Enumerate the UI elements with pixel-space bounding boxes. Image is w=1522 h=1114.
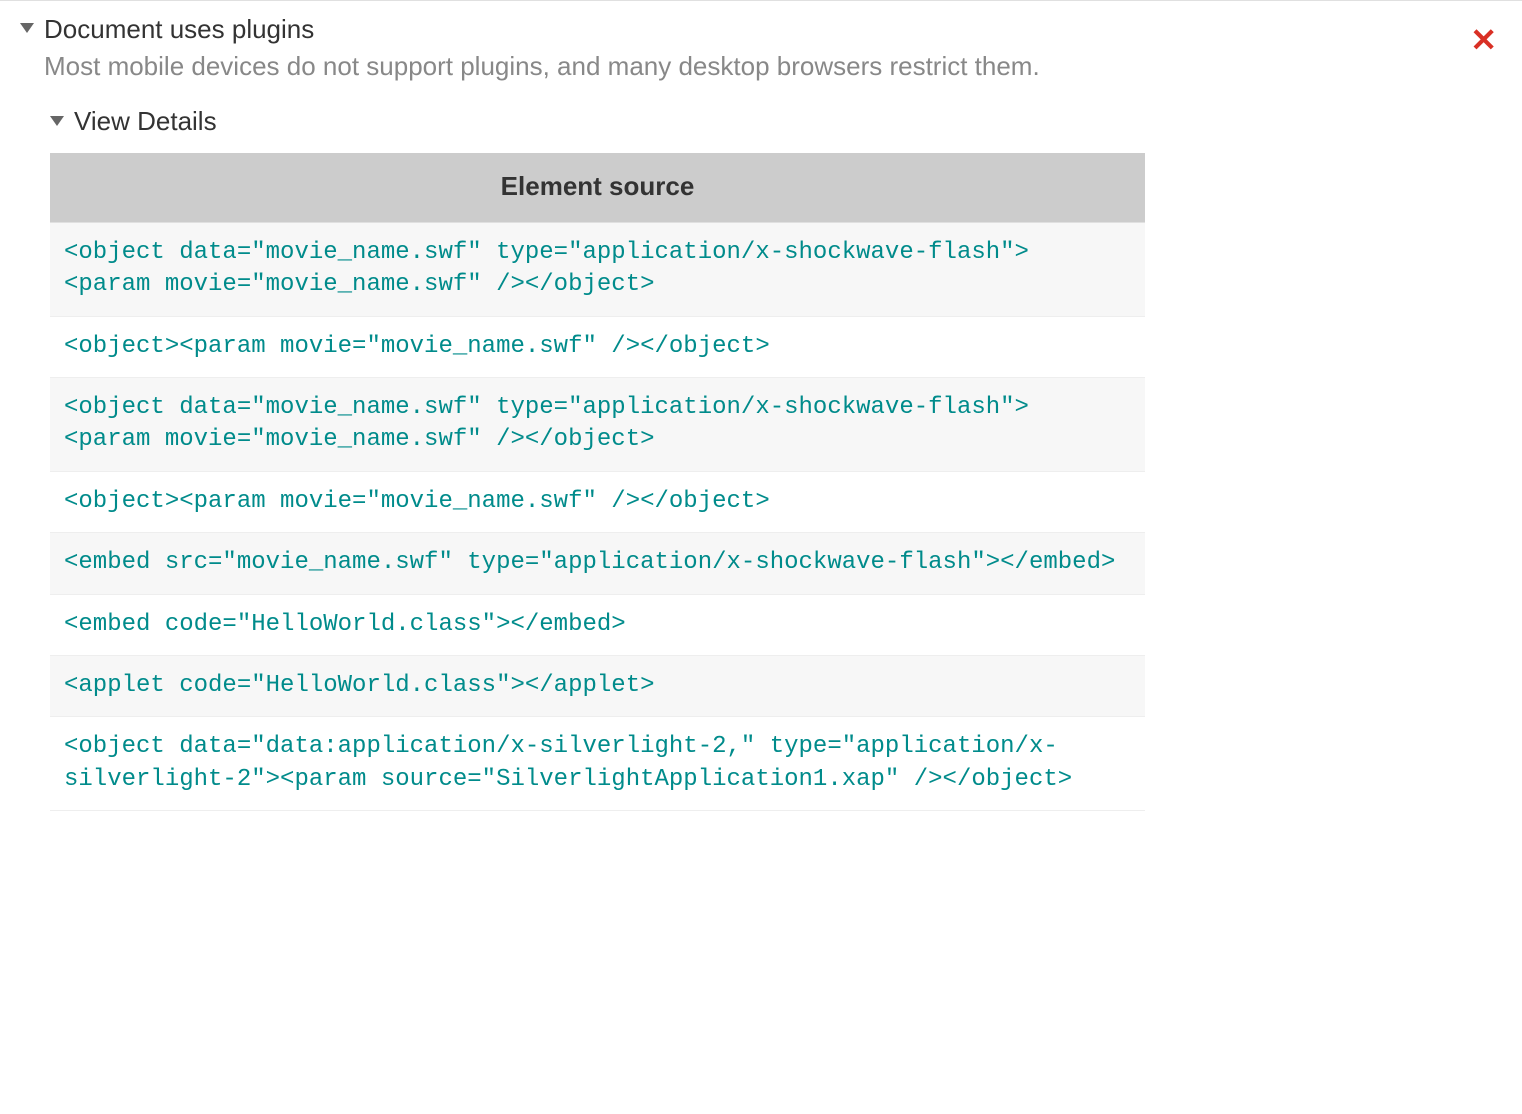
audit-container: Document uses plugins Most mobile device…: [0, 0, 1522, 831]
table-row: <applet code="HelloWorld.class"></applet…: [50, 656, 1145, 717]
table-row: <embed src="movie_name.swf" type="applic…: [50, 533, 1145, 594]
audit-title-block: Document uses plugins Most mobile device…: [44, 13, 1502, 84]
details-table: Element source <object data="movie_name.…: [50, 153, 1145, 811]
audit-title: Document uses plugins: [44, 13, 1502, 47]
code-cell: <applet code="HelloWorld.class"></applet…: [50, 656, 1145, 717]
chevron-down-icon: [50, 116, 64, 126]
details-toggle[interactable]: View Details: [50, 106, 1502, 137]
table-row: <object data="movie_name.swf" type="appl…: [50, 378, 1145, 472]
table-row: <object data="data:application/x-silverl…: [50, 717, 1145, 811]
code-cell: <object><param movie="movie_name.swf" />…: [50, 471, 1145, 532]
code-cell: <object data="movie_name.swf" type="appl…: [50, 378, 1145, 472]
audit-header: Document uses plugins Most mobile device…: [20, 13, 1502, 84]
code-cell: <embed code="HelloWorld.class"></embed>: [50, 594, 1145, 655]
details-label: View Details: [74, 106, 217, 137]
table-row: <object><param movie="movie_name.swf" />…: [50, 316, 1145, 377]
fail-icon: ✕: [1470, 21, 1497, 59]
code-cell: <object><param movie="movie_name.swf" />…: [50, 316, 1145, 377]
code-cell: <object data="data:application/x-silverl…: [50, 717, 1145, 811]
details-section: View Details Element source <object data…: [50, 106, 1502, 811]
table-body: <object data="movie_name.swf" type="appl…: [50, 222, 1145, 810]
code-cell: <embed src="movie_name.swf" type="applic…: [50, 533, 1145, 594]
table-row: <object><param movie="movie_name.swf" />…: [50, 471, 1145, 532]
audit-description: Most mobile devices do not support plugi…: [44, 49, 1502, 84]
table-row: <object data="movie_name.swf" type="appl…: [50, 222, 1145, 316]
table-row: <embed code="HelloWorld.class"></embed>: [50, 594, 1145, 655]
chevron-down-icon[interactable]: [20, 23, 34, 33]
code-cell: <object data="movie_name.swf" type="appl…: [50, 222, 1145, 316]
table-header: Element source: [50, 153, 1145, 223]
